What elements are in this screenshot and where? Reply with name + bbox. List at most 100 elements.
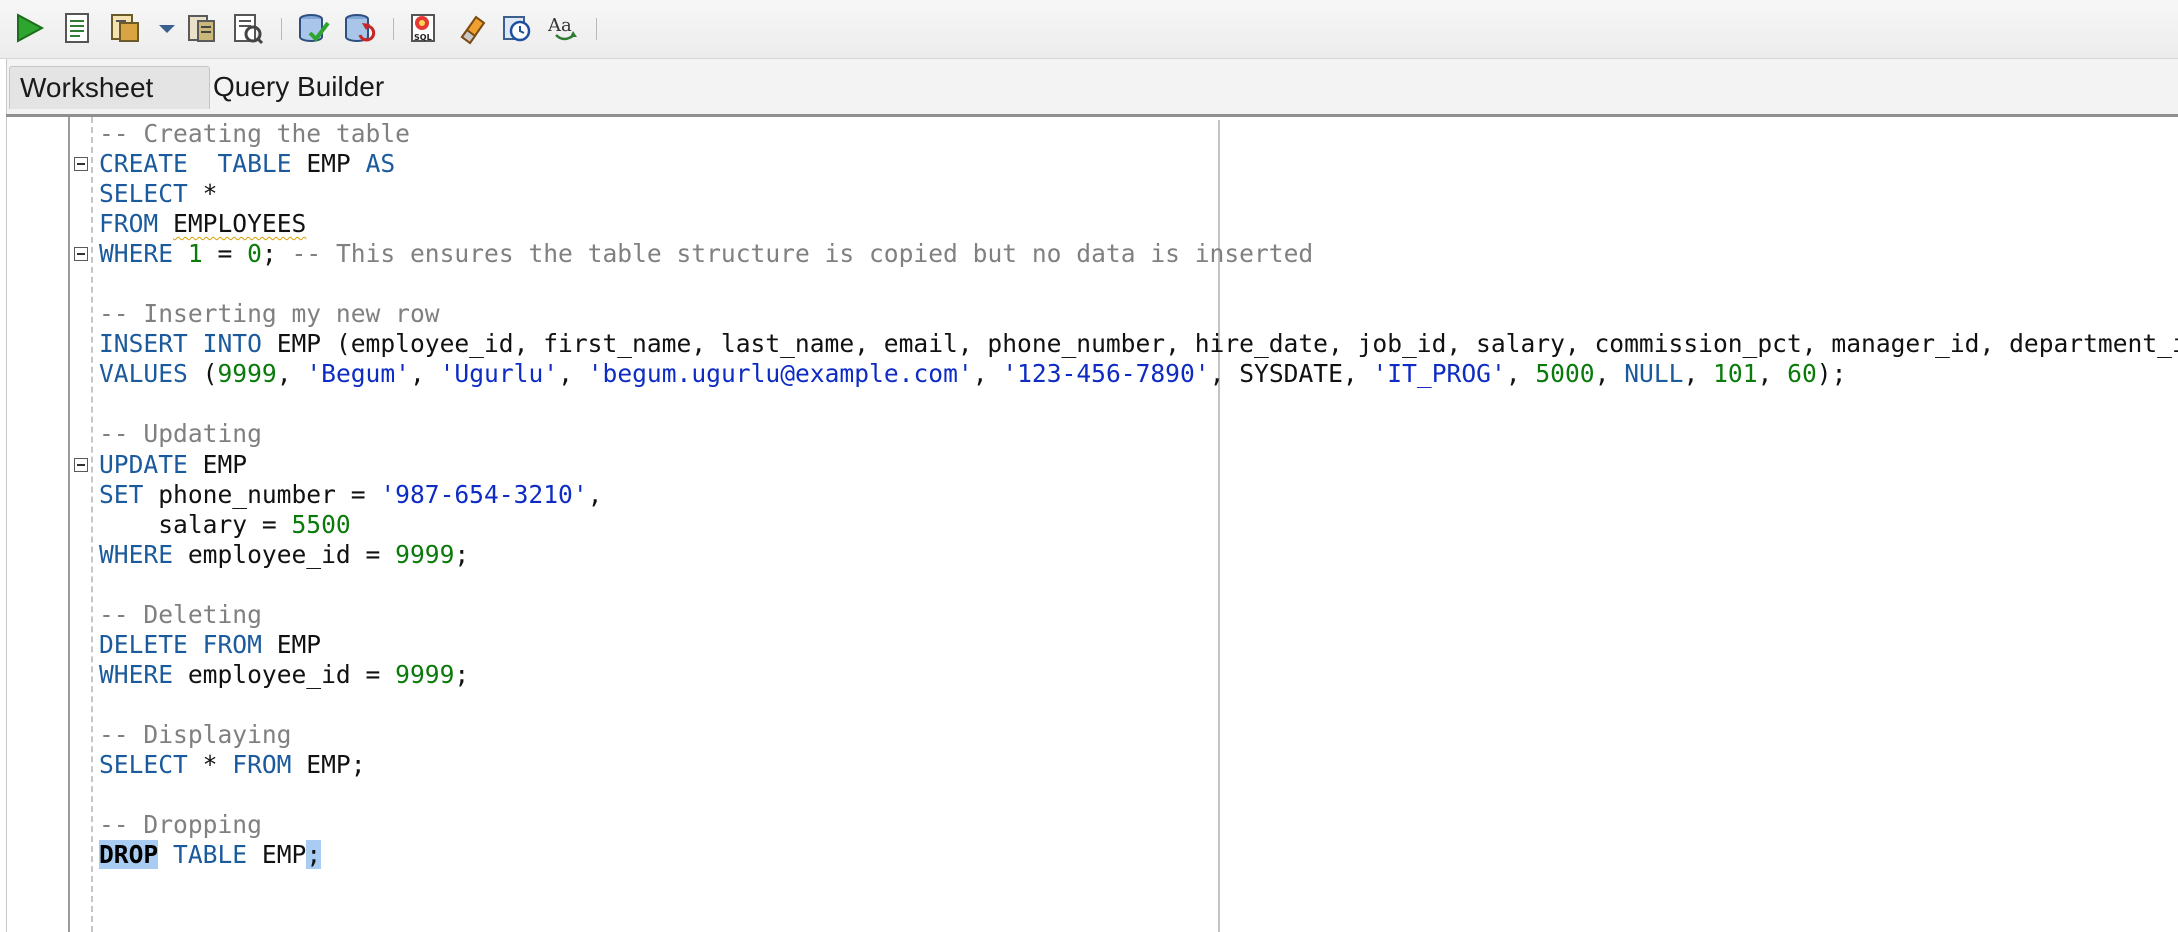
code-token: VALUES [99,359,188,389]
code-token: ); [1816,359,1847,389]
code-line[interactable] [99,389,2178,419]
run-script-icon[interactable] [60,11,94,45]
autotrace-icon[interactable] [108,11,142,45]
code-line[interactable]: FROM EMPLOYEES [99,209,2178,239]
code-token: 5500 [291,509,351,539]
tab-query-builder[interactable]: Query Builder [203,66,394,108]
code-line[interactable]: -- Creating the table [99,119,2178,149]
code-token: CREATE [99,149,188,179]
code-token: 'Ugurlu' [439,359,559,389]
code-token: , [1505,359,1536,389]
code-token: SELECT [99,179,188,209]
code-token: 9999 [395,539,455,569]
code-line[interactable]: -- Dropping [99,810,2178,840]
code-line[interactable]: INSERT INTO EMP (employee_id, first_name… [99,329,2178,359]
code-token: 'Begum' [306,359,410,389]
code-token: EMP [291,149,366,179]
commit-check-icon[interactable] [296,11,330,45]
code-token: EMP; [291,749,366,779]
clear-eraser-icon[interactable] [454,11,488,45]
collapse-fold-icon[interactable] [74,247,88,262]
code-token: * [187,749,233,779]
code-line[interactable]: DROP TABLE EMP; [99,840,2178,870]
code-token: employee_id = [173,659,396,689]
rollback-icon[interactable] [230,11,264,45]
code-token: -- Updating [99,419,262,449]
svg-text:SQL: SQL [414,33,432,42]
format-text-icon[interactable]: Aa [546,11,580,45]
collapse-fold-icon[interactable] [74,157,88,172]
code-token: , [1757,359,1788,389]
sql-editor[interactable]: -- Creating the table CREATE TABLE EMP AS… [6,117,2178,932]
sql-history-icon[interactable] [500,11,534,45]
code-token: , [972,359,1003,389]
code-token: , [409,359,440,389]
code-token: INSERT [99,329,188,359]
fold-guide-line [91,117,93,932]
code-token: , [1594,359,1625,389]
svg-text:Aa: Aa [547,15,572,36]
code-line[interactable]: SELECT * [99,179,2178,209]
code-token: 60 [1787,359,1817,389]
code-line[interactable]: SELECT * FROM EMP; [99,750,2178,780]
code-token: INTO [202,329,262,359]
code-token: AS [365,149,396,179]
code-token: SELECT [99,749,188,779]
code-token: EMP [247,840,307,870]
code-line[interactable]: SET phone_number = '987-654-3210', [99,480,2178,510]
collapse-fold-icon[interactable] [74,457,88,472]
tab-worksheet[interactable]: Worksheet [9,66,210,109]
code-token: NULL [1624,359,1684,389]
code-token: ; [454,659,470,689]
code-token: , [558,359,588,389]
code-line[interactable] [99,269,2178,299]
code-line[interactable]: WHERE 1 = 0; -- This ensures the table s… [99,239,2178,269]
code-line[interactable]: -- Updating [99,419,2178,449]
code-token: = [202,239,248,269]
code-token: TABLE [173,840,248,870]
code-token: DROP [99,840,159,870]
code-line[interactable]: DELETE FROM EMP [99,630,2178,660]
code-line[interactable]: salary = 5500 [99,510,2178,540]
code-token: ; [306,840,322,870]
rollback-check-icon[interactable] [342,11,376,45]
code-token: employee_id = [173,539,396,569]
code-line[interactable] [99,690,2178,720]
gutter-divider [68,117,70,932]
code-area[interactable]: -- Creating the table CREATE TABLE EMP AS… [99,119,2178,870]
code-line[interactable]: WHERE employee_id = 9999; [99,660,2178,690]
sql-tuning-icon[interactable]: SQL [408,11,442,45]
code-token: phone_number = [143,479,381,509]
code-line[interactable]: WHERE employee_id = 9999; [99,540,2178,570]
code-token: * [187,179,218,209]
code-line[interactable]: -- Deleting [99,600,2178,630]
commit-icon[interactable] [184,11,218,45]
code-line[interactable]: VALUES (9999, 'Begum', 'Ugurlu', 'begum.… [99,359,2178,389]
code-line[interactable]: CREATE TABLE EMP AS [99,149,2178,179]
code-token: 9999 [395,659,455,689]
code-token: FROM [202,629,262,659]
code-token: 1 [187,239,203,269]
code-token: -- Dropping [99,810,262,840]
dropdown-arrow-icon[interactable] [150,11,176,45]
code-line[interactable] [99,570,2178,600]
code-token: EMP (employee_id, first_name, last_name,… [261,329,2178,359]
code-token: ; [261,239,292,269]
code-line[interactable]: -- Displaying [99,720,2178,750]
code-token: -- This ensures the table structure is c… [291,239,1314,269]
code-token: TABLE [217,149,292,179]
code-token: salary = [99,509,292,539]
run-statement-icon[interactable] [12,11,46,45]
code-line[interactable] [99,780,2178,810]
code-line[interactable]: -- Inserting my new row [99,299,2178,329]
code-token: EMP [187,449,248,479]
code-token: WHERE [99,659,174,689]
code-token: 0 [247,239,262,269]
code-line[interactable]: UPDATE EMP [99,450,2178,480]
code-token: FROM [99,209,159,239]
code-token: SET [99,479,144,509]
code-token: '123-456-7890' [1002,359,1210,389]
